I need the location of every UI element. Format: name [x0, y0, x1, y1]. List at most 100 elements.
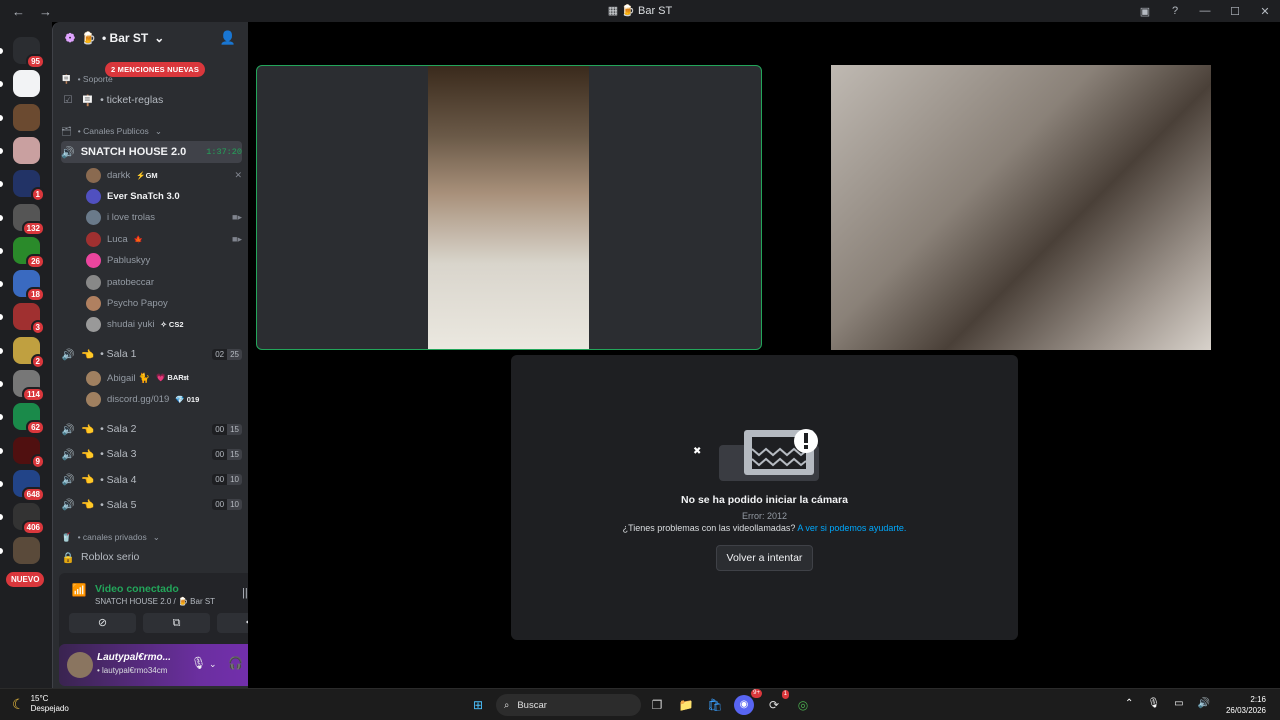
- server-icon[interactable]: 62: [13, 403, 45, 436]
- voice-status[interactable]: Video conectado: [95, 583, 179, 595]
- headphones-icon[interactable]: 🎧: [228, 656, 243, 670]
- taskbar-search[interactable]: ⌕ Buscar: [496, 694, 641, 716]
- server-icon[interactable]: 114: [13, 370, 45, 402]
- speaker-icon: 🔊: [61, 423, 75, 436]
- windows-start-icon[interactable]: ⊞: [468, 695, 488, 715]
- server-icon[interactable]: 648: [13, 469, 45, 502]
- voice-member[interactable]: Luca 🍁 ■▸: [86, 229, 242, 249]
- channel-roblox-serio[interactable]: 🔒 Roblox serio: [61, 547, 242, 567]
- taskbar: ☾ 15°C Despejado ⊞ ⌕ Buscar ❐ 📁 🛍 ◉ 9+ ⟳ 1 ◎…: [0, 688, 1280, 720]
- system-tray: ⌃ 🎙 ▭ 🔊: [1125, 698, 1210, 709]
- channel-snatch-house[interactable]: 🔊 SNATCH HOUSE 2.0 1:37:20: [61, 141, 242, 163]
- voice-member[interactable]: discord.gg/019 💎 019: [86, 389, 242, 409]
- discord-icon[interactable]: ◉ 9+: [734, 689, 762, 715]
- member-tag: 🍁: [133, 234, 143, 244]
- server-icon[interactable]: 95: [13, 37, 45, 69]
- camera-off-button[interactable]: ⊘: [69, 613, 136, 633]
- member-tag: 💗 BAR𝔰𝔱: [156, 373, 189, 382]
- unread-indicator: [0, 447, 3, 454]
- voice-channel-path[interactable]: SNATCH HOUSE 2.0 / 🍺 Bar ST: [95, 597, 215, 606]
- speaker-icon[interactable]: 🔊: [1198, 698, 1210, 709]
- channel-label: SNATCH HOUSE 2.0: [80, 146, 187, 158]
- help-icon[interactable]: ?: [1160, 5, 1190, 17]
- new-badge[interactable]: NUEVO: [6, 572, 45, 587]
- microphone-icon[interactable]: 🎙: [1147, 698, 1160, 709]
- channel-sala[interactable]: 🔊 👈 • Sala 4 00 10: [61, 470, 242, 490]
- unread-indicator: [0, 414, 3, 421]
- server-icon[interactable]: 406: [13, 503, 45, 536]
- close-button[interactable]: ✕: [1250, 5, 1280, 18]
- mention-badge: 2: [30, 353, 45, 369]
- error-title: No se ha podido iniciar la cámara: [681, 494, 848, 506]
- server-icon[interactable]: [13, 536, 40, 564]
- voice-member[interactable]: patobeccar: [86, 272, 242, 292]
- server-icon[interactable]: [13, 136, 40, 164]
- task-view-icon[interactable]: ❐: [647, 695, 667, 715]
- voice-member[interactable]: darkk ⚡GM ✕: [86, 165, 242, 185]
- username[interactable]: Lautypal€rmo...: [97, 652, 177, 663]
- server-icon[interactable]: 26: [13, 236, 45, 269]
- voice-member[interactable]: Ever SnaTch 3.0: [86, 186, 242, 206]
- chevron-up-icon[interactable]: ⌃: [1125, 698, 1133, 709]
- member-name: Luca: [107, 233, 128, 245]
- avatar[interactable]: [67, 652, 93, 678]
- channel-ticket-reglas[interactable]: ☑ 🪧 • ticket-reglas: [61, 90, 242, 110]
- server-icon[interactable]: 1: [13, 170, 45, 203]
- user-count: 00 10: [212, 474, 242, 486]
- unread-indicator: [0, 281, 3, 288]
- sign-icon: 🪧: [81, 94, 95, 107]
- video-tile-1[interactable]: [256, 65, 762, 350]
- unread-indicator: [0, 147, 3, 154]
- server-icon[interactable]: 18: [13, 270, 45, 303]
- channel-sala-1[interactable]: 🔊 👈 • Sala 1 02 25: [61, 344, 242, 364]
- weather-widget[interactable]: ☾ 15°C Despejado: [12, 694, 69, 714]
- camera-icon: ■▸: [232, 212, 242, 223]
- microphone-icon[interactable]: 🎙: [191, 656, 206, 670]
- speaker-icon: 🔊: [61, 474, 75, 487]
- signal-icon[interactable]: 📶: [69, 583, 89, 603]
- voice-member[interactable]: Psycho Papoy: [86, 293, 242, 313]
- server-icon[interactable]: 2: [13, 336, 45, 369]
- category-canales-privados[interactable]: 🥤 • canales privados ⌄: [61, 527, 242, 547]
- video-tile-2[interactable]: [831, 65, 1211, 350]
- voice-member[interactable]: i love trolas ■▸: [86, 208, 242, 228]
- minimize-button[interactable]: —: [1190, 5, 1220, 17]
- screen-share-button[interactable]: ⧉: [143, 613, 210, 633]
- channel-label: Roblox serio: [81, 551, 140, 563]
- server-icon[interactable]: 3: [13, 303, 45, 336]
- server-icon[interactable]: 9: [13, 436, 45, 469]
- clock[interactable]: 2:16 26/03/2026: [1226, 694, 1266, 716]
- category-label: • Soporte: [77, 74, 113, 84]
- avatar: [86, 391, 101, 407]
- mention-badge: 3: [30, 320, 45, 336]
- channel-sala[interactable]: 🔊 👈 • Sala 2 00 15: [61, 419, 242, 439]
- voice-member[interactable]: Abigail 🐈 💗 BAR𝔰𝔱: [86, 368, 242, 388]
- add-friend-icon[interactable]: 👤: [220, 30, 236, 46]
- voice-member[interactable]: shudai yuki ✧ CS2: [86, 315, 242, 335]
- channel-sala[interactable]: 🔊 👈 • Sala 5 00 10: [61, 495, 242, 515]
- server-icon[interactable]: 132: [13, 203, 45, 236]
- chrome-icon[interactable]: ◎: [793, 695, 813, 715]
- member-name: patobeccar: [107, 276, 155, 288]
- maximize-button[interactable]: ☐: [1220, 5, 1250, 18]
- category-canales-publicos[interactable]: 🗂 • Canales Publicos ⌄: [61, 121, 242, 141]
- app-icon[interactable]: ⟳ 1: [764, 690, 789, 715]
- member-name: Abigail 🐈: [107, 372, 150, 384]
- channel-sala[interactable]: 🔊 👈 • Sala 3 00 15: [61, 444, 242, 464]
- chevron-down-icon[interactable]: ⌄: [209, 659, 217, 670]
- channel-label: • Sala 4: [100, 473, 137, 486]
- channel-label: • Sala 1: [100, 348, 137, 360]
- store-icon[interactable]: 🛍: [705, 695, 725, 715]
- server-icon[interactable]: [13, 103, 40, 131]
- server-header[interactable]: ❁ 🍺 • Bar ST ⌄ 👤: [53, 22, 248, 54]
- retry-button[interactable]: Volver a intentar: [716, 545, 813, 571]
- server-name: • Bar ST: [102, 31, 149, 45]
- inbox-icon[interactable]: ▣: [1130, 5, 1160, 18]
- network-icon[interactable]: ▭: [1174, 698, 1183, 709]
- voice-member[interactable]: Pabluskyy: [86, 251, 242, 271]
- server-icon[interactable]: [13, 70, 40, 98]
- category-soporte[interactable]: 🪧 • Soporte: [61, 69, 242, 89]
- cup-icon: 🥤: [61, 531, 72, 542]
- file-explorer-icon[interactable]: 📁: [676, 695, 696, 715]
- help-link[interactable]: A ver si podemos ayudarte.: [797, 523, 906, 533]
